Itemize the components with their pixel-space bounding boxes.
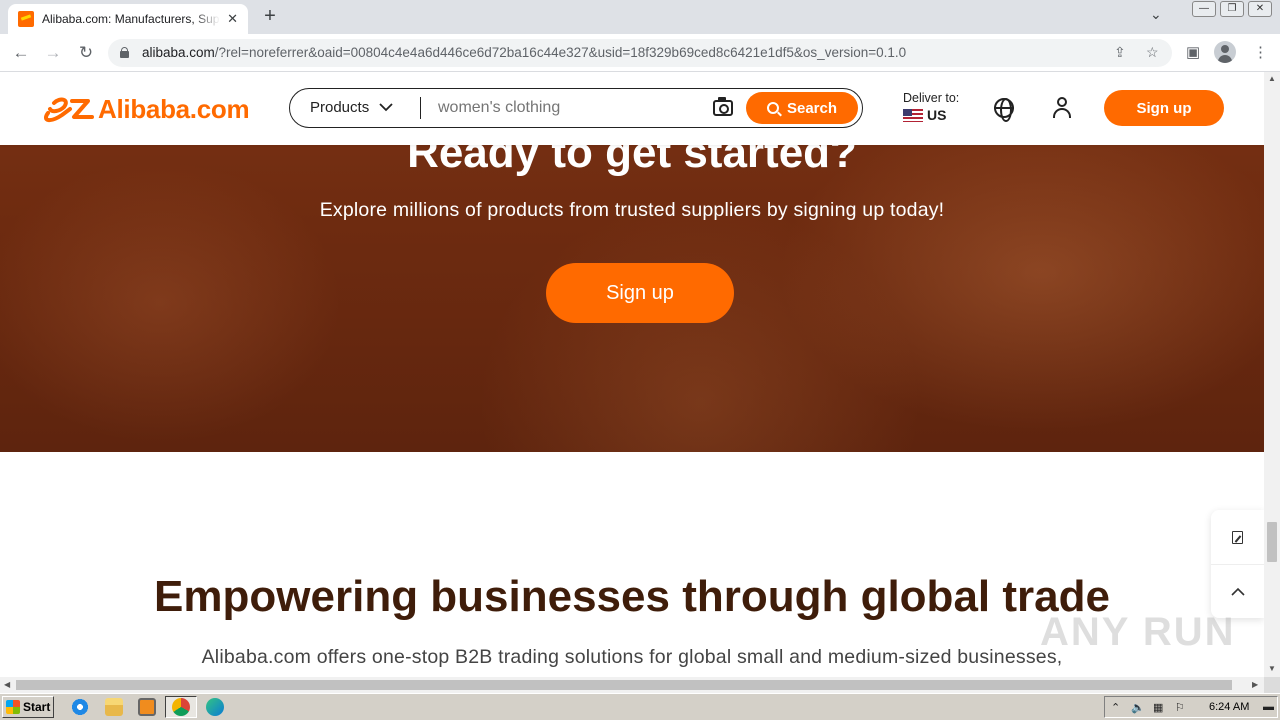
search-category-label: Products — [310, 99, 370, 116]
scroll-up-arrow-icon[interactable]: ▲ — [1268, 74, 1276, 83]
header-signup-button[interactable]: Sign up — [1104, 90, 1224, 126]
image-search-camera-icon[interactable] — [713, 97, 733, 116]
media-player-icon[interactable] — [138, 698, 156, 716]
deliver-country: US — [927, 107, 947, 123]
browser-tab[interactable]: Alibaba.com: Manufacturers, Suppliers, E… — [8, 4, 248, 34]
site-header: Alibaba.com Products Search Deliver to: … — [0, 72, 1264, 145]
tab-search-chevron-icon[interactable]: ⌄ — [1150, 6, 1162, 23]
volume-icon[interactable]: 🔈 — [1131, 701, 1145, 714]
network-icon[interactable]: ▦ — [1153, 701, 1163, 714]
file-explorer-icon[interactable] — [105, 698, 123, 716]
restore-icon[interactable]: ❐ — [1220, 1, 1244, 17]
floating-side-panel — [1211, 510, 1264, 618]
address-bar[interactable]: alibaba.com/?rel=noreferrer&oaid=00804c4… — [108, 39, 1172, 67]
url-text[interactable]: alibaba.com/?rel=noreferrer&oaid=00804c4… — [142, 45, 906, 60]
windows-logo-icon — [6, 700, 20, 714]
chevron-down-icon — [379, 103, 393, 112]
forward-arrow-icon[interactable]: → — [42, 42, 64, 64]
menu-kebab-icon[interactable]: ⋮ — [1253, 43, 1268, 61]
horizontal-scrollbar[interactable]: ◀ ▶ — [0, 677, 1264, 693]
share-icon[interactable]: ⇪ — [1114, 44, 1126, 61]
action-center-flag-icon[interactable]: ⚐ — [1175, 701, 1185, 714]
logo-text: Alibaba.com — [98, 93, 250, 124]
horizontal-scroll-thumb[interactable] — [16, 680, 1232, 690]
chrome-icon — [172, 698, 190, 716]
url-host: alibaba.com — [142, 45, 215, 60]
scroll-corner — [1264, 677, 1280, 693]
profile-avatar-icon[interactable] — [1214, 41, 1236, 63]
show-desktop-icon[interactable]: ▬ — [1263, 701, 1274, 713]
system-tray: ⌃ 🔈 ▦ ⚐ 6:24 AM ▬ — [1104, 696, 1278, 718]
url-path: /?rel=noreferrer&oaid=00804c4e4a6d446ce6… — [214, 45, 907, 60]
scroll-right-arrow-icon[interactable]: ▶ — [1252, 680, 1258, 689]
anyrun-watermark: ANY RUN — [1040, 610, 1236, 654]
internet-explorer-icon[interactable] — [71, 698, 89, 716]
tab-title: Alibaba.com: Manufacturers, Suppliers, E… — [42, 12, 220, 26]
vertical-scroll-thumb[interactable] — [1267, 522, 1277, 562]
scroll-down-arrow-icon[interactable]: ▼ — [1268, 664, 1276, 673]
start-button[interactable]: Start — [2, 696, 54, 718]
window-close-icon[interactable]: ✕ — [1248, 1, 1272, 17]
windows-taskbar: Start ⌃ 🔈 ▦ ⚐ 6:24 AM ▬ — [0, 693, 1280, 720]
language-globe-icon[interactable] — [994, 98, 1014, 122]
account-user-icon[interactable] — [1052, 97, 1072, 119]
vertical-scrollbar[interactable]: ▲ ▼ — [1264, 72, 1280, 677]
back-arrow-icon[interactable]: ← — [10, 42, 32, 64]
search-category-dropdown[interactable]: Products — [310, 99, 393, 116]
minimize-icon[interactable]: — — [1192, 1, 1216, 17]
edge-icon[interactable] — [206, 698, 224, 716]
feedback-edit-icon — [1232, 530, 1243, 544]
chevron-up-icon — [1230, 587, 1245, 596]
new-tab-icon[interactable]: + — [258, 5, 282, 28]
start-label: Start — [23, 700, 51, 714]
search-icon — [766, 102, 779, 114]
search-input[interactable] — [438, 98, 698, 118]
bookmark-star-icon[interactable]: ☆ — [1146, 44, 1159, 61]
alibaba-logo-icon — [44, 97, 94, 122]
scroll-left-arrow-icon[interactable]: ◀ — [4, 680, 10, 689]
lock-icon[interactable] — [120, 47, 129, 58]
feedback-button[interactable] — [1211, 510, 1264, 564]
taskbar-clock[interactable]: 6:24 AM — [1209, 701, 1249, 713]
reload-icon[interactable]: ↻ — [75, 42, 97, 64]
tab-close-icon[interactable]: ✕ — [227, 11, 238, 27]
page-viewport: Ready to get started? Explore millions o… — [0, 72, 1264, 677]
browser-toolbar: ← → ↻ alibaba.com/?rel=noreferrer&oaid=0… — [0, 34, 1280, 72]
search-button[interactable]: Search — [746, 92, 858, 124]
hero-signup-button[interactable]: Sign up — [546, 263, 734, 323]
window-controls: — ❐ ✕ — [1192, 1, 1272, 17]
search-bar: Products Search — [289, 88, 863, 128]
search-divider — [420, 97, 421, 119]
alibaba-logo[interactable]: Alibaba.com — [40, 93, 250, 125]
us-flag-icon — [903, 108, 923, 122]
browser-tab-strip: Alibaba.com: Manufacturers, Suppliers, E… — [0, 0, 1280, 34]
deliver-label: Deliver to: — [903, 91, 960, 105]
alibaba-favicon-icon — [18, 11, 34, 27]
side-panel-icon[interactable]: ▣ — [1186, 43, 1200, 61]
tray-expand-icon[interactable]: ⌃ — [1111, 701, 1120, 714]
deliver-to-selector[interactable]: Deliver to: US — [903, 91, 959, 123]
hero-subtitle: Explore millions of products from truste… — [319, 199, 945, 221]
search-button-label: Search — [786, 99, 838, 117]
